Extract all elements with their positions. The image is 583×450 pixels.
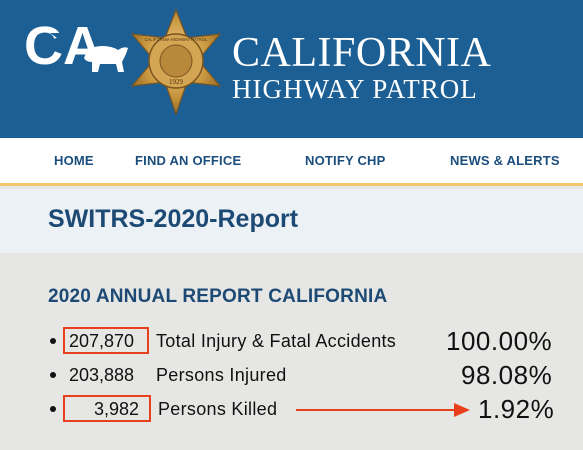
- stat-row-persons-injured: 203,888 Persons Injured 98.08%: [0, 360, 583, 390]
- bullet: [50, 372, 56, 378]
- site-title-line1: CALIFORNIA: [232, 30, 492, 76]
- nav-item-home[interactable]: HOME: [54, 153, 94, 168]
- page-title-bar: SWITRS-2020-Report: [0, 189, 583, 253]
- stat-value: 207,870: [69, 331, 135, 351]
- bullet: [50, 338, 56, 344]
- stat-percent: 100.00%: [446, 326, 553, 356]
- stat-percent: 98.08%: [461, 360, 553, 390]
- stat-value: 203,888: [69, 365, 135, 385]
- nav-item-notify-chp[interactable]: NOTIFY CHP: [305, 153, 386, 168]
- stat-value: 3,982: [94, 399, 140, 419]
- badge-year: 1929: [169, 78, 184, 86]
- badge-text: CALIFORNIA HIGHWAY PATROL: [145, 37, 208, 42]
- site-title[interactable]: CALIFORNIA HIGHWAY PATROL: [232, 32, 491, 103]
- main-nav: HOME FIND AN OFFICE NOTIFY CHP NEWS & AL…: [0, 138, 583, 186]
- chp-badge-icon: 1929 CALIFORNIA HIGHWAY PATROL: [130, 8, 222, 116]
- site-title-line2: HIGHWAY PATROL: [232, 74, 478, 104]
- ca-logo[interactable]: CA: [22, 14, 132, 74]
- nav-item-find-an-office[interactable]: FIND AN OFFICE: [135, 153, 241, 168]
- bullet: [50, 406, 56, 412]
- red-arrow-icon: [296, 403, 470, 417]
- site-header: CA 1929 CALIFORNIA HIGHWAY PATROL CALIFO…: [0, 0, 583, 138]
- section-title: 2020 ANNUAL REPORT CALIFORNIA: [48, 286, 388, 307]
- ca-logo-text: CA: [24, 16, 102, 74]
- stat-row-total-accidents: 207,870 Total Injury & Fatal Accidents 1…: [0, 326, 583, 356]
- nav-item-news-alerts[interactable]: NEWS & ALERTS: [450, 153, 560, 168]
- stat-label: Persons Killed: [158, 399, 278, 419]
- page-title: SWITRS-2020-Report: [48, 205, 299, 233]
- stat-row-persons-killed: 3,982 Persons Killed 1.92%: [0, 394, 583, 424]
- stat-percent: 1.92%: [478, 394, 555, 424]
- stat-label: Persons Injured: [156, 365, 287, 385]
- stat-label: Total Injury & Fatal Accidents: [156, 331, 397, 351]
